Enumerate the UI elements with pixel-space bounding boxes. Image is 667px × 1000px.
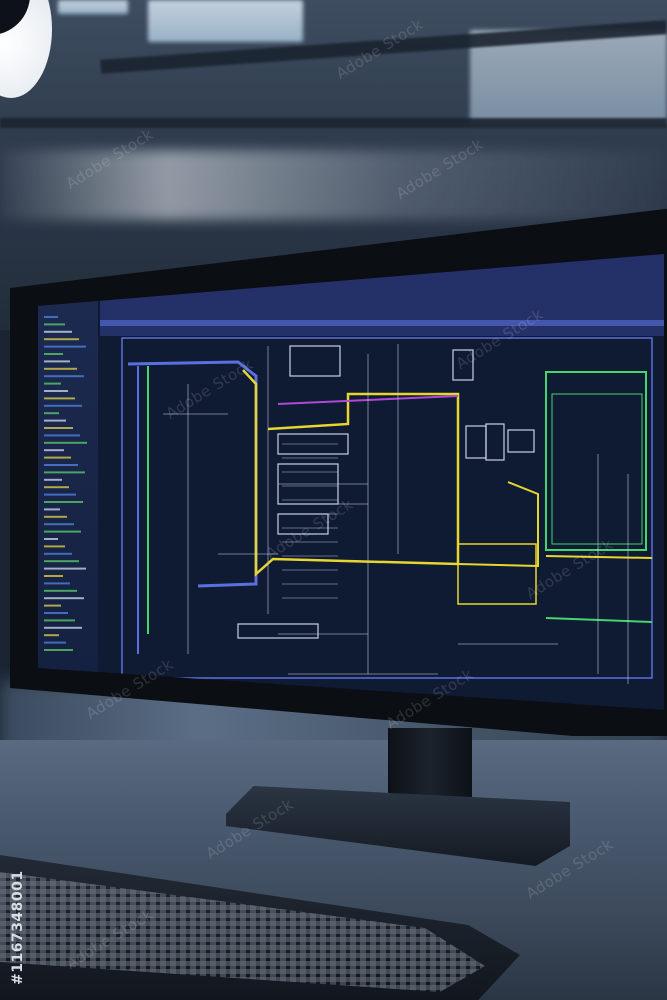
code-line — [44, 597, 84, 600]
code-line — [44, 589, 77, 592]
monitor-stand-neck — [388, 728, 472, 804]
code-line — [44, 501, 83, 503]
schematic-panel — [545, 371, 647, 551]
code-line — [44, 523, 74, 526]
code-line — [44, 375, 84, 378]
schematic-component — [485, 423, 505, 461]
code-line — [44, 641, 66, 644]
code-line — [44, 456, 71, 459]
code-line — [44, 419, 66, 422]
code-line — [44, 316, 58, 318]
code-line — [44, 427, 73, 429]
monitor-screen — [38, 254, 664, 710]
code-line — [44, 434, 80, 437]
code-line — [44, 545, 65, 548]
skylight — [148, 0, 303, 42]
schematic-panel-inner — [551, 393, 643, 545]
code-line — [44, 582, 70, 585]
code-line — [44, 367, 77, 370]
code-line — [44, 575, 63, 577]
schematic-trace — [457, 481, 539, 568]
schematic-component — [465, 425, 487, 459]
code-line — [44, 560, 79, 563]
code-line — [44, 360, 70, 363]
code-line — [44, 441, 87, 444]
schematic-component — [289, 345, 341, 377]
ceiling-beam — [0, 118, 667, 128]
code-line — [44, 382, 61, 385]
schematic-wire — [545, 617, 653, 623]
code-line — [44, 464, 78, 466]
code-line — [44, 404, 82, 407]
code-line — [44, 604, 61, 607]
skylight — [58, 0, 128, 14]
schematic-component — [457, 543, 537, 605]
photo-scene: Adobe Stock Adobe Stock Adobe Stock Adob… — [0, 0, 667, 1000]
code-line — [44, 619, 75, 622]
code-line — [44, 353, 63, 355]
code-line — [44, 538, 58, 540]
schematic-ruler — [100, 320, 664, 326]
circuit-schematic — [44, 254, 664, 684]
code-line — [44, 390, 68, 392]
code-line — [44, 567, 86, 570]
stock-id-label: #1167348001 — [10, 870, 26, 985]
code-line — [44, 493, 76, 496]
code-line — [44, 449, 64, 452]
code-line — [44, 412, 59, 415]
code-line — [44, 471, 85, 474]
code-line — [44, 508, 60, 511]
code-line — [44, 649, 73, 651]
code-line — [44, 612, 68, 614]
code-line — [44, 634, 59, 637]
schematic-component — [507, 429, 535, 453]
code-line — [44, 338, 79, 341]
code-line — [44, 323, 65, 326]
schematic-component — [237, 623, 319, 639]
code-line — [44, 530, 81, 533]
code-line — [44, 345, 86, 348]
code-line — [44, 486, 69, 489]
code-line — [44, 330, 72, 333]
code-line — [44, 552, 72, 555]
code-line — [44, 397, 75, 400]
code-line — [44, 626, 82, 629]
code-line — [44, 515, 67, 518]
code-line — [44, 478, 62, 481]
